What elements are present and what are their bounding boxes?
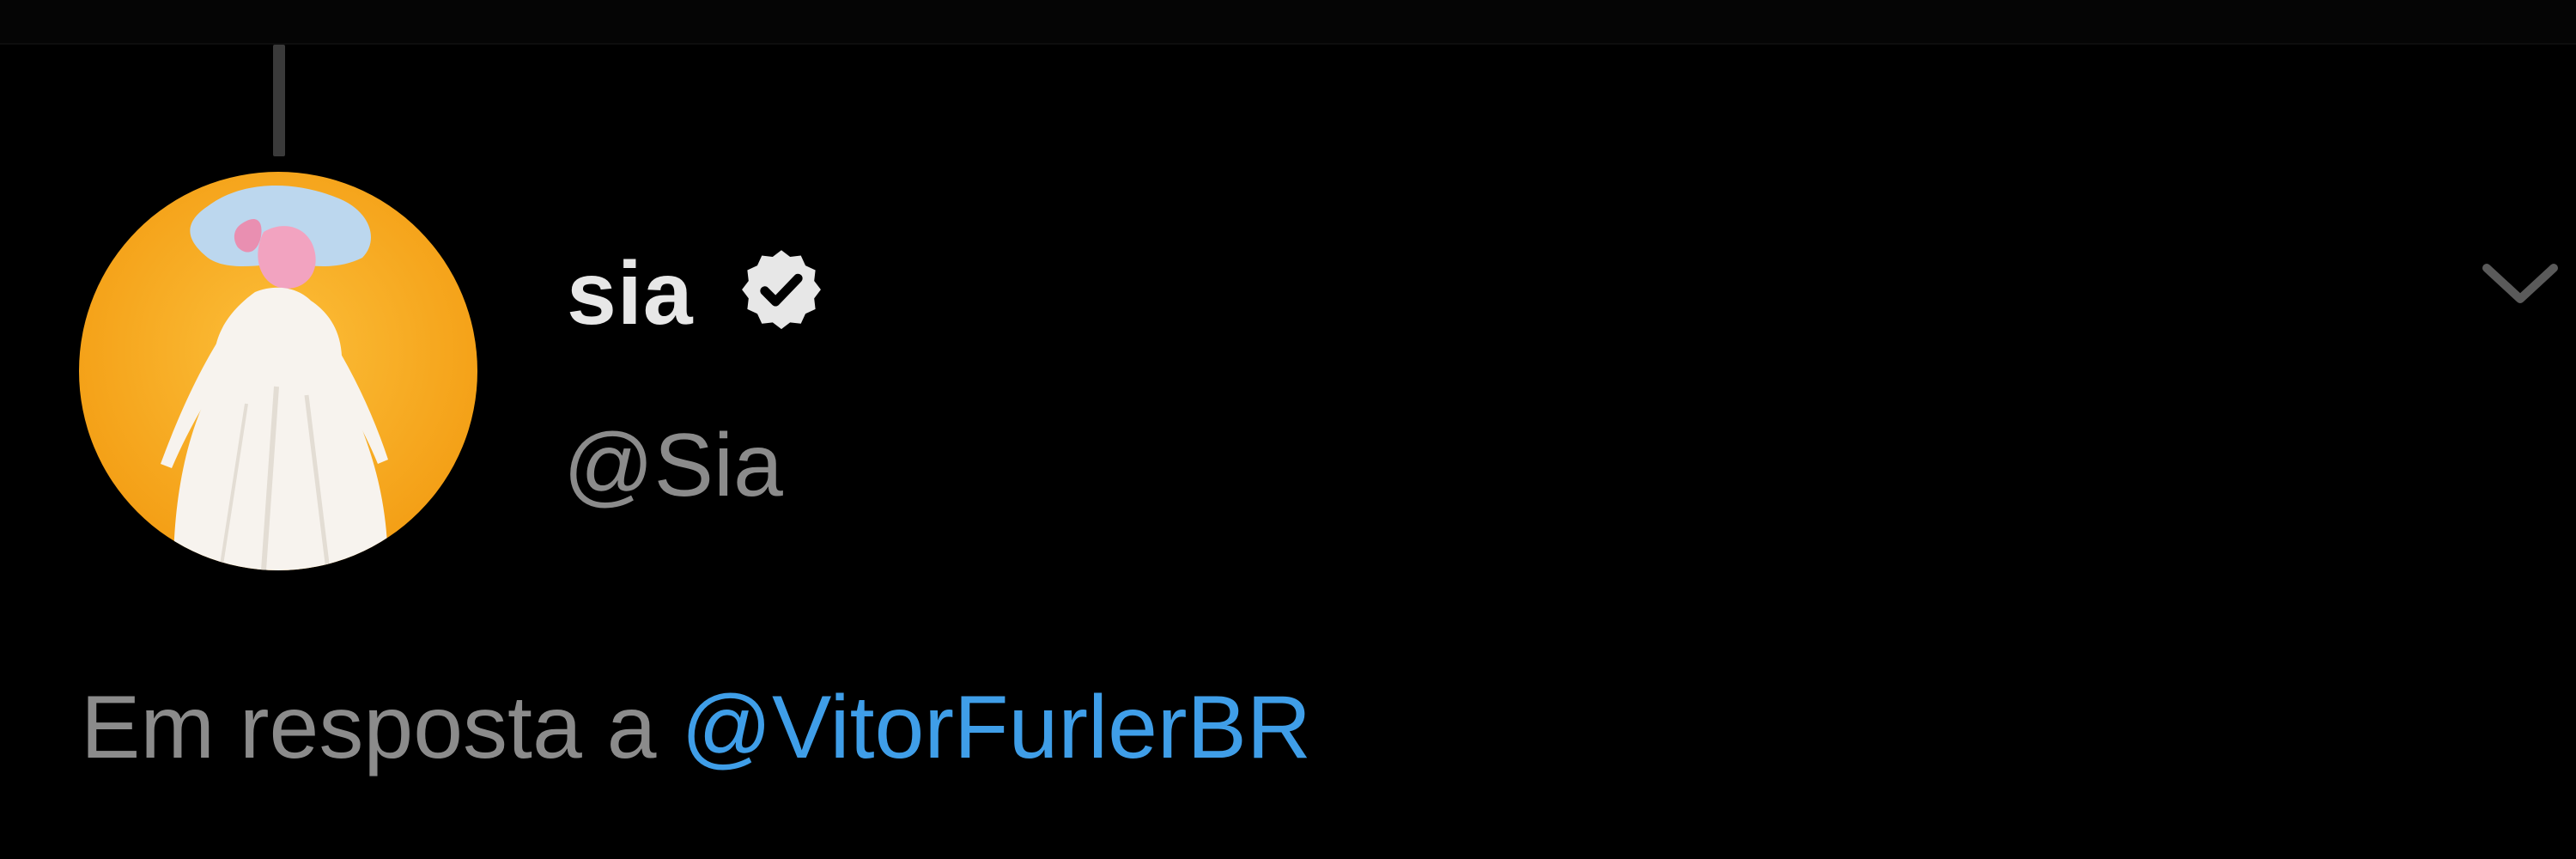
author-handle[interactable]: @Sia [563,421,783,510]
reply-prefix-text: Em resposta a [81,678,682,777]
chevron-down-icon[interactable] [2473,249,2567,318]
reply-context: Em resposta a @VitorFurlerBR [81,683,1311,772]
author-name-row[interactable]: sia [567,234,831,354]
reply-mention-link[interactable]: @VitorFurlerBR [681,678,1311,777]
thread-connector-line [273,45,285,156]
verified-badge-icon [732,244,831,344]
display-name[interactable]: sia [567,249,694,338]
top-divider [0,0,2576,45]
avatar[interactable] [79,172,477,570]
avatar-image [79,172,477,570]
